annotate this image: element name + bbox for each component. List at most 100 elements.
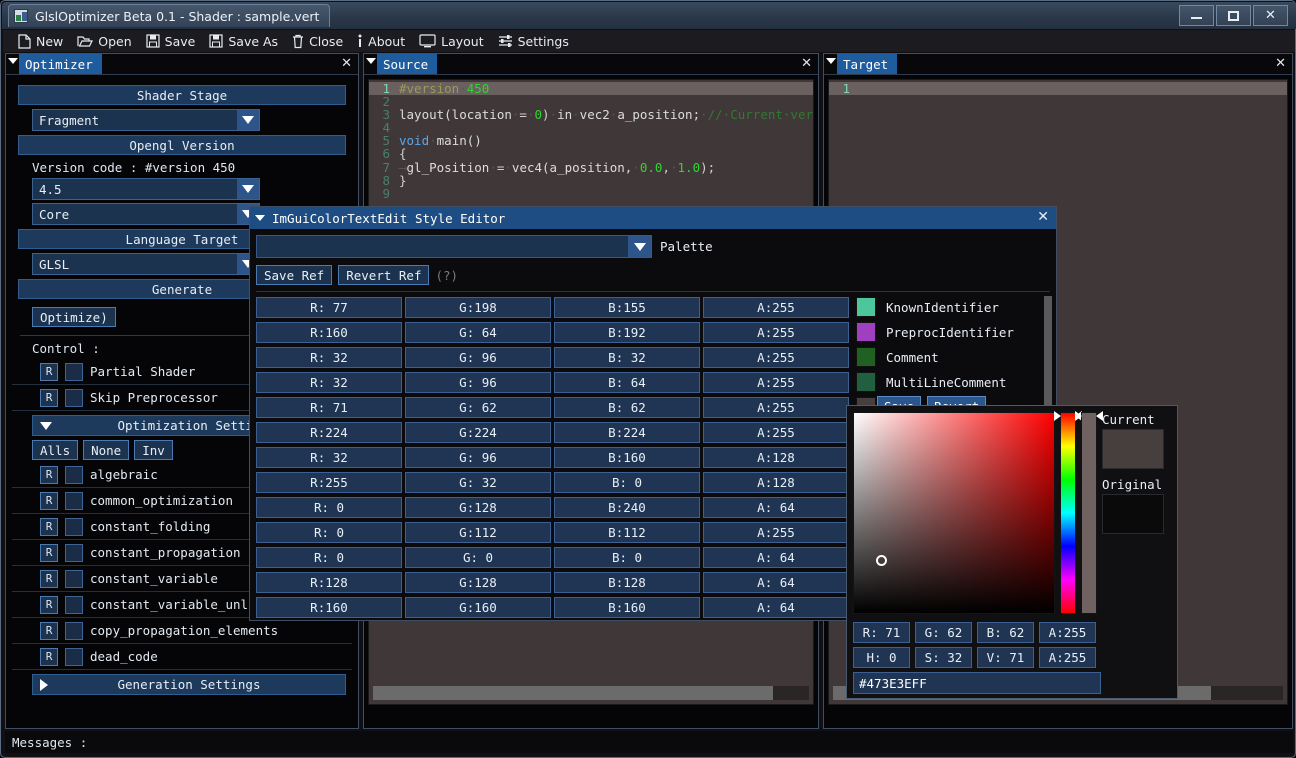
maximize-button[interactable]	[1216, 5, 1251, 26]
reset-badge[interactable]: R	[40, 517, 58, 536]
chevron-down-icon[interactable]	[237, 179, 259, 199]
menu-close[interactable]: Close	[285, 31, 350, 51]
red-cell[interactable]: R: 77	[256, 296, 402, 318]
red-cell[interactable]: R:255	[256, 471, 402, 493]
version-select[interactable]: 4.5	[32, 178, 260, 200]
alpha-cell[interactable]: A:255	[703, 346, 849, 368]
close-target-icon[interactable]: ✕	[1275, 57, 1286, 71]
chevron-down-icon[interactable]	[237, 110, 259, 130]
revert-ref-button[interactable]: Revert Ref	[338, 265, 430, 285]
reset-badge[interactable]: R	[40, 595, 58, 614]
blue-cell[interactable]: B: 0	[554, 546, 700, 568]
menu-save[interactable]: Save	[139, 31, 203, 51]
alpha-cell[interactable]: A: 64	[703, 496, 849, 518]
checkbox[interactable]	[65, 595, 83, 614]
green-field[interactable]: G: 62	[915, 622, 972, 643]
green-cell[interactable]: G: 62	[405, 396, 551, 418]
checkbox[interactable]	[65, 569, 83, 588]
tab-optimizer[interactable]: Optimizer	[19, 54, 102, 74]
opt-row-dead-code[interactable]: R dead_code	[12, 644, 352, 670]
alpha-cell[interactable]: A:255	[703, 521, 849, 543]
reset-badge[interactable]: R	[40, 388, 58, 407]
green-cell[interactable]: G: 96	[405, 346, 551, 368]
color-swatch[interactable]	[856, 322, 876, 342]
alpha-cell[interactable]: A: 64	[703, 571, 849, 593]
green-cell[interactable]: G:198	[405, 296, 551, 318]
checkbox[interactable]	[65, 388, 83, 407]
reset-badge[interactable]: R	[40, 647, 58, 666]
blue-cell[interactable]: B:240	[554, 496, 700, 518]
checkbox[interactable]	[65, 362, 83, 381]
alpha-cell[interactable]: A:255	[703, 321, 849, 343]
chevron-down-icon[interactable]	[628, 236, 651, 257]
reset-badge[interactable]: R	[40, 543, 58, 562]
language-select[interactable]: GLSL	[32, 253, 260, 275]
menu-settings[interactable]: Settings	[491, 31, 576, 51]
blue-cell[interactable]: B:160	[554, 596, 700, 618]
checkbox[interactable]	[65, 543, 83, 562]
red-cell[interactable]: R: 0	[256, 496, 402, 518]
red-cell[interactable]: R: 32	[256, 446, 402, 468]
source-hscrollbar-thumb[interactable]	[373, 686, 773, 700]
chevron-down-icon[interactable]	[255, 215, 265, 221]
optimize-button[interactable]: Optimize)	[32, 307, 116, 327]
value-field[interactable]: V: 71	[977, 647, 1034, 668]
opt-row-copy-propagation-elements[interactable]: R copy_propagation_elements	[12, 618, 352, 644]
tab-target[interactable]: Target	[837, 54, 898, 74]
blue-cell[interactable]: B:112	[554, 521, 700, 543]
blue-cell[interactable]: B:155	[554, 296, 700, 318]
blue-cell[interactable]: B:128	[554, 571, 700, 593]
red-cell[interactable]: R: 71	[256, 396, 402, 418]
blue-cell[interactable]: B: 62	[554, 396, 700, 418]
alpha-cell[interactable]: A:128	[703, 446, 849, 468]
green-cell[interactable]: G: 96	[405, 446, 551, 468]
red-cell[interactable]: R: 0	[256, 521, 402, 543]
menu-open[interactable]: Open	[70, 31, 138, 51]
red-cell[interactable]: R:224	[256, 421, 402, 443]
palette-select[interactable]	[256, 235, 652, 258]
menu-layout[interactable]: Layout	[412, 31, 491, 51]
red-field[interactable]: R: 71	[853, 622, 910, 643]
alpha-cell[interactable]: A: 64	[703, 596, 849, 618]
green-cell[interactable]: G: 64	[405, 321, 551, 343]
color-swatch[interactable]	[856, 297, 876, 317]
checkbox[interactable]	[65, 517, 83, 536]
panel-menu-icon[interactable]	[6, 54, 19, 67]
reset-badge[interactable]: R	[40, 621, 58, 640]
alpha-hsv-field[interactable]: A:255	[1039, 647, 1096, 668]
reset-badge[interactable]: R	[40, 362, 58, 381]
close-source-icon[interactable]: ✕	[801, 57, 812, 71]
panel-menu-icon[interactable]	[824, 54, 837, 67]
menu-new[interactable]: New	[11, 31, 70, 51]
sv-cursor[interactable]	[876, 555, 887, 566]
blue-cell[interactable]: B: 64	[554, 371, 700, 393]
hue-field[interactable]: H: 0	[853, 647, 910, 668]
reset-badge[interactable]: R	[40, 569, 58, 588]
menu-save-as[interactable]: Save As	[202, 31, 285, 51]
green-cell[interactable]: G:112	[405, 521, 551, 543]
blue-field[interactable]: B: 62	[977, 622, 1034, 643]
alpha-cell[interactable]: A:255	[703, 296, 849, 318]
generation-settings-header[interactable]: Generation Settings	[32, 674, 346, 695]
checkbox[interactable]	[65, 621, 83, 640]
color-swatch[interactable]	[856, 347, 876, 367]
checkbox[interactable]	[65, 465, 83, 484]
saturation-field[interactable]: S: 32	[915, 647, 972, 668]
red-cell[interactable]: R:160	[256, 321, 402, 343]
select-invert-button[interactable]: Inv	[134, 440, 173, 460]
blue-cell[interactable]: B:224	[554, 421, 700, 443]
green-cell[interactable]: G: 0	[405, 546, 551, 568]
red-cell[interactable]: R: 32	[256, 346, 402, 368]
red-cell[interactable]: R:160	[256, 596, 402, 618]
alpha-cell[interactable]: A: 64	[703, 546, 849, 568]
save-ref-button[interactable]: Save Ref	[256, 265, 333, 285]
original-color-swatch[interactable]	[1102, 494, 1164, 534]
blue-cell[interactable]: B:160	[554, 446, 700, 468]
red-cell[interactable]: R:128	[256, 571, 402, 593]
menu-about[interactable]: About	[350, 31, 412, 51]
green-cell[interactable]: G:224	[405, 421, 551, 443]
select-none-button[interactable]: None	[83, 440, 130, 460]
green-cell[interactable]: G:128	[405, 496, 551, 518]
tab-source[interactable]: Source	[377, 54, 438, 74]
red-cell[interactable]: R: 0	[256, 546, 402, 568]
